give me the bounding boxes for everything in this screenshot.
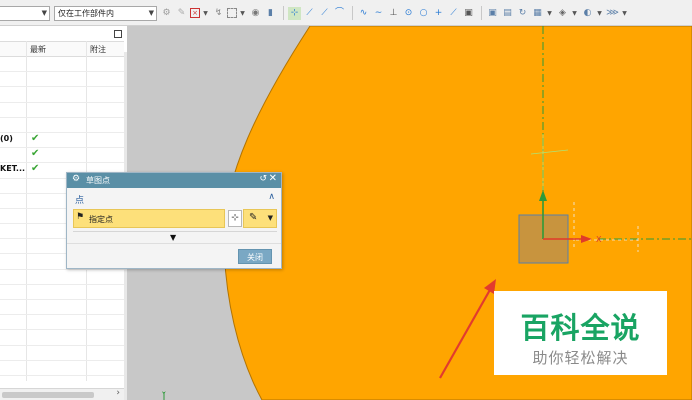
chevron-down-icon: ▼: [267, 214, 273, 222]
existing-point-icon[interactable]: ○: [417, 7, 430, 20]
midpoint-icon[interactable]: +: [432, 7, 445, 20]
scrollbar-thumb[interactable]: [2, 392, 94, 398]
nx-window: ▼ 仅在工作部件内 ▼ ⚙ ✎ × ▼ ↯ ▼ ◉ ▮ ⊹ ⟋ ⟋ ⌒ ∿ ∼ ⊥…: [0, 0, 692, 400]
chevron-down-icon[interactable]: ▼: [571, 7, 578, 20]
watermark-subtitle: 助你轻松解决: [532, 349, 629, 367]
collapse-icon[interactable]: ∧: [268, 192, 275, 202]
selection-scope-select[interactable]: 仅在工作部件内 ▼: [54, 6, 157, 21]
wireframe-icon[interactable]: ×: [190, 8, 200, 18]
rotate-icon[interactable]: ↻: [516, 7, 529, 20]
specify-point-row: ⚑ 指定点 ⊹ ✎ ▼: [73, 209, 279, 228]
column-latest[interactable]: 最新: [30, 44, 46, 55]
table-row[interactable]: [0, 285, 124, 300]
selection-toolbar: ▼ 仅在工作部件内 ▼ ⚙ ✎ × ▼ ↯ ▼ ◉ ▮ ⊹ ⟋ ⟋ ⌒ ∿ ∼ ⊥…: [0, 0, 692, 26]
chevron-down-icon[interactable]: ▼: [621, 7, 628, 20]
arc-point-icon[interactable]: ⟋: [447, 7, 460, 20]
circle-center-icon[interactable]: ⊥: [387, 7, 400, 20]
latest-check-icon: ✔: [31, 163, 40, 175]
divider: [67, 243, 281, 244]
quadrant-icon[interactable]: ▣: [462, 7, 475, 20]
table-row[interactable]: [0, 72, 124, 88]
wcs-icon[interactable]: ▦: [531, 7, 544, 20]
table-row[interactable]: [0, 330, 124, 346]
flag-icon: ⚑: [76, 212, 85, 222]
layer-icon[interactable]: ▤: [501, 7, 514, 20]
table-row[interactable]: ✔: [0, 148, 124, 164]
table-row[interactable]: [0, 270, 124, 285]
latest-check-icon: ✔: [31, 148, 40, 160]
feature-name: KET...: [0, 164, 26, 174]
x-axis-label: X: [596, 235, 602, 244]
inferred-point-button[interactable]: ✎ ▼: [243, 209, 277, 228]
table-row[interactable]: [0, 103, 124, 118]
type-filter-select[interactable]: ▼: [0, 6, 50, 21]
separator: [481, 6, 482, 20]
center-icon[interactable]: ∼: [372, 7, 385, 20]
point-group-label[interactable]: 点: [75, 193, 84, 206]
watermark: 百科全说 助你轻松解决: [494, 291, 667, 375]
lasso-icon[interactable]: [227, 8, 237, 18]
feature-name: (0): [0, 133, 13, 143]
point-on-curve-icon[interactable]: ⊙: [402, 7, 415, 20]
close-button[interactable]: 关闭: [238, 249, 272, 264]
point-dialog-icon[interactable]: ⊹: [228, 210, 242, 227]
table-row[interactable]: [0, 346, 124, 361]
chevron-down-icon: ▼: [148, 9, 154, 17]
table-row[interactable]: (0) ✔: [0, 132, 124, 149]
table-row[interactable]: [0, 118, 124, 133]
curve-icon[interactable]: ↯: [212, 7, 225, 20]
sketch-point-dialog: ⚙ 草图点 ↺ ✕ 点 ∧ ⚑ 指定点 ⊹ ✎ ▼ ▼ 关闭: [66, 172, 282, 269]
table-row[interactable]: [0, 87, 124, 103]
separator: [283, 6, 284, 20]
horizontal-scrollbar[interactable]: ›: [0, 388, 124, 400]
table-row[interactable]: [0, 300, 124, 316]
latest-check-icon: ✔: [31, 132, 40, 144]
dialog-title: 草图点: [86, 176, 110, 185]
more-options-icon[interactable]: ▼: [170, 233, 176, 242]
table-row[interactable]: [0, 57, 124, 73]
watermark-title: 百科全说: [520, 311, 641, 345]
select-face-icon[interactable]: ✎: [175, 7, 188, 20]
snap-icon[interactable]: ⚙: [160, 7, 173, 20]
magic-wand-icon: ✎: [249, 212, 258, 223]
table-row[interactable]: [0, 315, 124, 331]
scroll-right-icon[interactable]: ›: [116, 388, 120, 398]
navigator-header: 最新 附注: [0, 41, 124, 57]
chevron-down-icon[interactable]: ▼: [546, 7, 553, 20]
snap-toolbar: ⚙ ✎ × ▼ ↯ ▼ ◉ ▮ ⊹ ⟋ ⟋ ⌒ ∿ ∼ ⊥ ⊙ ○ + ⟋ ▣ …: [160, 5, 631, 21]
column-note[interactable]: 附注: [90, 44, 106, 55]
specify-point-field[interactable]: ⚑ 指定点: [73, 209, 225, 228]
display-icon[interactable]: ◈: [556, 7, 569, 20]
sphere-icon[interactable]: ◉: [249, 7, 262, 20]
shade-icon[interactable]: ◐: [581, 7, 594, 20]
chevron-down-icon[interactable]: ▼: [202, 7, 209, 20]
reset-icon[interactable]: ↺: [259, 174, 267, 184]
endpoint-icon[interactable]: ⊹: [288, 6, 301, 20]
view-icon[interactable]: ▣: [486, 7, 499, 20]
spline-icon[interactable]: ⌒: [333, 7, 346, 20]
table-row[interactable]: [0, 361, 124, 376]
gear-icon[interactable]: ⚙: [72, 174, 80, 184]
divider: [73, 231, 277, 232]
chevron-down-icon[interactable]: ▼: [596, 7, 603, 20]
selection-scope-value: 仅在工作部件内: [58, 9, 114, 18]
dialog-titlebar[interactable]: ⚙ 草图点 ↺ ✕: [67, 173, 281, 188]
maximize-icon[interactable]: [114, 30, 122, 38]
more-icon[interactable]: ⋙: [606, 7, 619, 20]
y-axis-label: Y: [161, 391, 166, 398]
cylinder-icon[interactable]: ▮: [264, 7, 277, 20]
line-icon[interactable]: ⟋: [303, 7, 316, 20]
specify-point-label: 指定点: [89, 215, 113, 224]
chevron-down-icon[interactable]: ▼: [239, 7, 246, 20]
intersect-icon[interactable]: ∿: [357, 7, 370, 20]
chevron-down-icon: ▼: [41, 9, 47, 17]
tangent-icon[interactable]: ⟋: [318, 7, 331, 20]
close-icon[interactable]: ✕: [269, 173, 277, 184]
separator: [352, 6, 353, 20]
